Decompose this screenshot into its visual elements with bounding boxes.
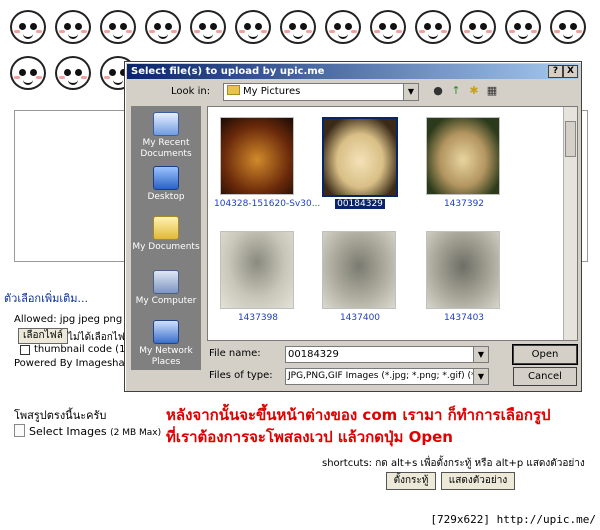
place-my-computer[interactable]: My Computer	[131, 270, 201, 307]
emoticon-icon[interactable]	[319, 6, 363, 48]
emoticon-icon[interactable]	[499, 6, 543, 48]
help-button[interactable]: ?	[548, 65, 563, 78]
preview-button[interactable]: แสดงตัวอย่าง	[441, 472, 515, 490]
file-name: 1437400	[339, 313, 381, 323]
cancel-button[interactable]: Cancel	[513, 367, 577, 386]
emoticon-icon[interactable]	[364, 6, 408, 48]
look-in-value: My Pictures	[243, 86, 301, 97]
file-thumbnail	[220, 231, 294, 309]
network-places-icon	[153, 320, 179, 344]
post-topic-button[interactable]: ตั้งกระทู้	[386, 472, 436, 490]
forum-page: ตัวเลือกเพิ่มเติม... Allowed: jpg jpeg p…	[0, 0, 600, 530]
folder-icon	[227, 85, 240, 95]
choose-file-button[interactable]: เลือกไฟล์	[18, 328, 68, 344]
file-name: 1437398	[237, 313, 279, 323]
file-name: 1437403	[443, 313, 485, 323]
place-label: My Recent Documents	[140, 138, 192, 159]
chevron-down-icon[interactable]: ▼	[473, 347, 488, 362]
emoticon-icon[interactable]	[229, 6, 273, 48]
select-images-max: (2 MB Max)	[110, 428, 162, 438]
place-desktop[interactable]: Desktop	[131, 166, 201, 203]
up-folder-icon[interactable]: ↑	[449, 84, 463, 98]
file-type-select[interactable]: JPG,PNG,GIF Images (*.jpg; *.png; *.gif)…	[285, 368, 489, 385]
emoticon-icon[interactable]	[49, 6, 93, 48]
instruction-caption: หลังจากนั้นจะขึ้นหน้าต่างของ com เรามา ก…	[166, 404, 586, 448]
place-label: Desktop	[147, 192, 185, 202]
emoticon-icon[interactable]	[139, 6, 183, 48]
desktop-icon	[153, 166, 179, 190]
file-name: 104328-151620-Sv30...	[214, 199, 321, 209]
file-name: 1437392	[443, 199, 485, 209]
summary-text: โพสรูปตรงนี้นะครับ	[14, 409, 107, 422]
emoticon-icon[interactable]	[49, 52, 93, 94]
emoticon-icon[interactable]	[184, 6, 228, 48]
my-documents-icon	[153, 216, 179, 240]
place-recent-documents[interactable]: My Recent Documents	[131, 112, 201, 160]
place-label: My Documents	[132, 242, 200, 252]
places-bar: My Recent Documents Desktop My Documents…	[131, 106, 201, 370]
my-computer-icon	[153, 270, 179, 294]
look-in-dropdown[interactable]: My Pictures ▼	[223, 83, 419, 101]
place-label: My Computer	[135, 296, 197, 306]
more-options-link[interactable]: ตัวเลือกเพิ่มเติม...	[4, 289, 88, 307]
watermark: [729x622] http://upic.me/	[430, 513, 596, 526]
emoticon-icon[interactable]	[454, 6, 498, 48]
select-images-link[interactable]: Select Images (2 MB Max)	[14, 424, 161, 438]
file-thumbnail	[220, 117, 294, 195]
thumbnail-code-checkbox[interactable]	[20, 345, 30, 355]
select-images-label: Select Images	[29, 425, 107, 438]
file-name: 00184329	[335, 199, 385, 209]
new-folder-icon[interactable]: ✱	[467, 84, 481, 98]
file-list[interactable]: 104328-151620-Sv30... 00184329 1437392 1…	[207, 106, 578, 341]
recent-documents-icon	[153, 112, 179, 136]
file-list-scrollbar[interactable]	[563, 107, 577, 340]
shortcuts-text: shortcuts: กด alt+s เพื่อตั้งกระทู้ หรือ…	[322, 458, 585, 469]
look-in-label: Look in:	[171, 86, 211, 97]
emoticon-icon[interactable]	[4, 52, 48, 94]
file-thumbnail	[322, 231, 396, 309]
file-type-value: JPG,PNG,GIF Images (*.jpg; *.png; *.gif)…	[288, 371, 489, 381]
emoticon-icon[interactable]	[94, 6, 138, 48]
dialog-title: Select file(s) to upload by upic.me	[131, 66, 325, 77]
file-name-input[interactable]: 00184329 ▼	[285, 346, 489, 363]
open-button[interactable]: Open	[513, 345, 577, 364]
caption-line-1: หลังจากนั้นจะขึ้นหน้าต่างของ com เรามา ก…	[166, 406, 551, 424]
scrollbar-thumb[interactable]	[565, 121, 576, 157]
dialog-titlebar[interactable]: Select file(s) to upload by upic.me ? X	[127, 64, 579, 79]
place-network-places[interactable]: My Network Places	[131, 320, 201, 368]
place-my-documents[interactable]: My Documents	[131, 216, 201, 253]
emoticon-icon[interactable]	[4, 6, 48, 48]
no-file-text: ไม่ได้เลือกไฟ	[68, 332, 125, 343]
emoticon-icon[interactable]	[274, 6, 318, 48]
file-thumbnail	[322, 117, 398, 197]
emoticon-icon[interactable]	[544, 6, 588, 48]
file-thumbnail	[426, 117, 500, 195]
chevron-down-icon[interactable]: ▼	[473, 369, 488, 384]
place-label: My Network Places	[139, 346, 193, 367]
document-icon	[14, 424, 25, 437]
chevron-down-icon[interactable]: ▼	[403, 84, 418, 100]
caption-line-2: ที่เราต้องการจะโพสลงเวป แล้วกดปุ่ม Open	[166, 428, 453, 446]
close-button[interactable]: X	[563, 65, 578, 78]
emoticon-icon[interactable]	[409, 6, 453, 48]
file-name-label: File name:	[209, 348, 261, 359]
file-type-label: Files of type:	[209, 370, 273, 381]
back-icon[interactable]: ●	[431, 84, 445, 98]
view-menu-icon[interactable]: ▦	[485, 84, 499, 98]
file-name-value: 00184329	[288, 349, 339, 360]
file-upload-dialog: Select file(s) to upload by upic.me ? X …	[124, 61, 582, 392]
file-thumbnail	[426, 231, 500, 309]
